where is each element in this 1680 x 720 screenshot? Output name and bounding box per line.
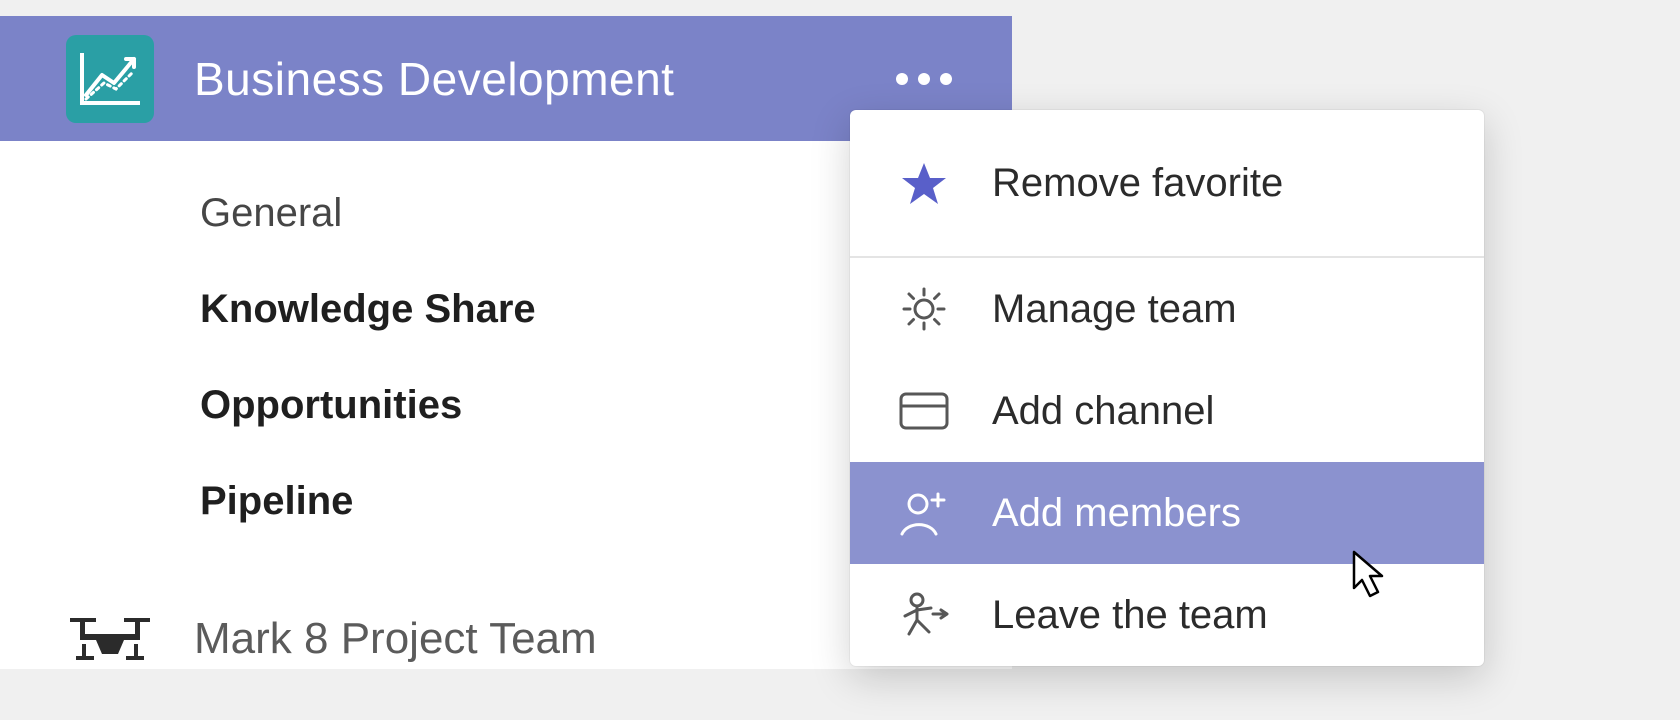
menu-label: Remove favorite: [992, 161, 1283, 206]
more-dots-icon: [896, 73, 908, 85]
team-context-menu: Remove favorite Manage team Add channel: [850, 110, 1484, 666]
menu-item-leave-team[interactable]: Leave the team: [850, 564, 1484, 666]
team-title-secondary: Mark 8 Project Team: [194, 614, 597, 664]
gear-icon: [894, 284, 954, 334]
more-dots-icon: [918, 73, 930, 85]
menu-label: Leave the team: [992, 593, 1268, 638]
menu-item-remove-favorite[interactable]: Remove favorite: [850, 110, 1484, 258]
menu-item-add-members[interactable]: Add members: [850, 462, 1484, 564]
star-icon: [894, 158, 954, 208]
card-icon: [894, 386, 954, 436]
menu-label: Add channel: [992, 389, 1214, 434]
leave-icon: [894, 590, 954, 640]
team-title: Business Development: [194, 52, 674, 106]
drone-icon: [66, 609, 154, 669]
menu-label: Add members: [992, 491, 1241, 536]
menu-item-add-channel[interactable]: Add channel: [850, 360, 1484, 462]
more-dots-icon: [940, 73, 952, 85]
chart-growth-icon: [66, 35, 154, 123]
menu-label: Manage team: [992, 287, 1237, 332]
menu-item-manage-team[interactable]: Manage team: [850, 258, 1484, 360]
add-person-icon: [894, 488, 954, 538]
